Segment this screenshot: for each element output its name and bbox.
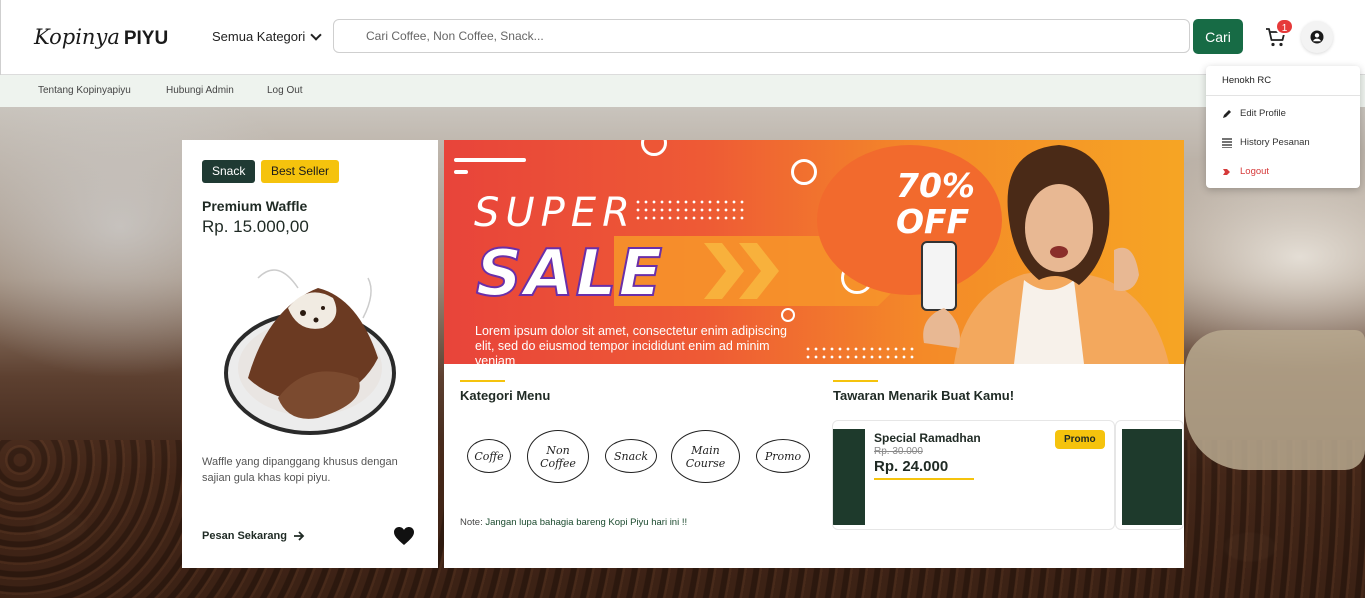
- banner-dots: [634, 198, 744, 222]
- pencil-icon: [1223, 109, 1231, 118]
- category-pill-main-course[interactable]: Main Course: [671, 430, 740, 483]
- dropdown-username: Henokh RC: [1222, 75, 1272, 86]
- offer-price-underline: [874, 478, 974, 480]
- subnav-link-hubungi-admin[interactable]: Hubungi Admin: [166, 85, 234, 96]
- banner-ring: [781, 308, 795, 322]
- banner-body-text: Lorem ipsum dolor sit amet, consectetur …: [475, 324, 787, 364]
- menu-item-edit-profile[interactable]: Edit Profile: [1222, 108, 1286, 119]
- logo-script: Kopinya: [34, 25, 120, 49]
- banner-dots: [804, 345, 914, 361]
- offer-new-price: Rp. 24.000: [874, 458, 949, 475]
- order-now-link[interactable]: Pesan Sekarang: [202, 530, 305, 542]
- sub-navigation: Tentang Kopinyapiyu Hubungi Admin Log Ou…: [0, 75, 1365, 107]
- list-icon: [1222, 137, 1232, 148]
- menu-item-label: Edit Profile: [1240, 108, 1286, 119]
- category-pill-non-coffee[interactable]: Non Coffee: [527, 430, 589, 483]
- user-icon: [1310, 30, 1324, 44]
- best-seller-badge: Best Seller: [261, 160, 340, 183]
- banner-line: [454, 170, 468, 174]
- banner-sale-text: SALE: [475, 236, 665, 312]
- menu-item-logout[interactable]: Logout: [1222, 166, 1269, 177]
- subnav-link-logout[interactable]: Log Out: [267, 85, 303, 96]
- promo-banner[interactable]: SUPER SALE 70% OFF Lorem ipsum dolor sit…: [444, 140, 1184, 364]
- menu-item-label: Logout: [1240, 166, 1270, 177]
- promo-badge: Promo: [1055, 430, 1105, 449]
- banner-super-text: SUPER: [474, 190, 636, 236]
- heart-icon[interactable]: [393, 526, 415, 546]
- category-dropdown-label: Semua Kategori: [212, 29, 306, 44]
- logout-icon: [1223, 168, 1230, 175]
- menu-item-history[interactable]: History Pesanan: [1222, 137, 1310, 148]
- order-now-label: Pesan Sekarang: [202, 530, 287, 542]
- category-pill-snack[interactable]: Snack: [605, 439, 657, 473]
- menu-item-label: History Pesanan: [1240, 137, 1310, 148]
- user-dropdown-menu: Henokh RC Edit Profile History Pesanan L…: [1206, 66, 1360, 188]
- tawaran-title: Tawaran Menarik Buat Kamu!: [833, 388, 1015, 403]
- offer-thumbnail-image: [833, 429, 865, 525]
- category-dropdown[interactable]: Semua Kategori: [212, 28, 322, 44]
- featured-product-card: Snack Best Seller Premium Waffle Rp. 15.…: [182, 140, 438, 568]
- arrow-right-icon: [294, 531, 305, 541]
- header: KopinyaPIYU Semua Kategori Cari 1: [0, 0, 1365, 75]
- category-badge: Snack: [202, 160, 256, 183]
- offer-card[interactable]: Special Ramadhan Rp. 30.000 Rp. 24.000 P…: [832, 420, 1115, 530]
- logo-bold: PIYU: [123, 28, 169, 49]
- product-description: Waffle yang dipanggang khusus dengan saj…: [202, 456, 398, 484]
- banner-ring: [791, 159, 817, 185]
- offer-name: Special Ramadhan: [874, 431, 981, 445]
- note-label: Note:: [460, 517, 483, 528]
- product-price: Rp. 15.000,00: [202, 217, 309, 236]
- category-pill-coffee[interactable]: Coffe: [467, 439, 511, 473]
- banner-model-image: [921, 145, 1169, 364]
- search-button[interactable]: Cari: [1193, 19, 1243, 54]
- section-accent: [833, 380, 878, 382]
- offer-card-partial[interactable]: [1115, 420, 1184, 530]
- kategori-title: Kategori Menu: [460, 388, 551, 403]
- chevron-down-icon: [310, 28, 322, 41]
- category-pill-promo[interactable]: Promo: [756, 439, 810, 473]
- header-edge: [0, 0, 1, 75]
- user-menu-button[interactable]: [1301, 21, 1333, 53]
- burlap-bag-decoration: [1185, 330, 1365, 470]
- product-name: Premium Waffle: [202, 198, 308, 214]
- offer-thumbnail-image: [1122, 429, 1182, 525]
- banner-line: [454, 158, 526, 162]
- info-panel: Kategori Menu Coffe Non Coffee Snack Mai…: [444, 364, 1184, 568]
- note-text: Note: Jangan lupa bahagia bareng Kopi Pi…: [460, 517, 687, 528]
- dropdown-divider: [1206, 95, 1360, 96]
- waffle-product-image: [224, 269, 396, 435]
- logo[interactable]: Kopinya PIYU: [34, 24, 168, 50]
- banner-ring: [641, 140, 667, 156]
- subnav-link-tentang[interactable]: Tentang Kopinyapiyu: [38, 85, 131, 96]
- cart-count-badge: 1: [1275, 18, 1294, 35]
- search-input[interactable]: [333, 19, 1190, 53]
- offer-old-price: Rp. 30.000: [874, 446, 923, 457]
- section-accent: [460, 380, 505, 382]
- note-message: Jangan lupa bahagia bareng Kopi Piyu har…: [485, 517, 688, 528]
